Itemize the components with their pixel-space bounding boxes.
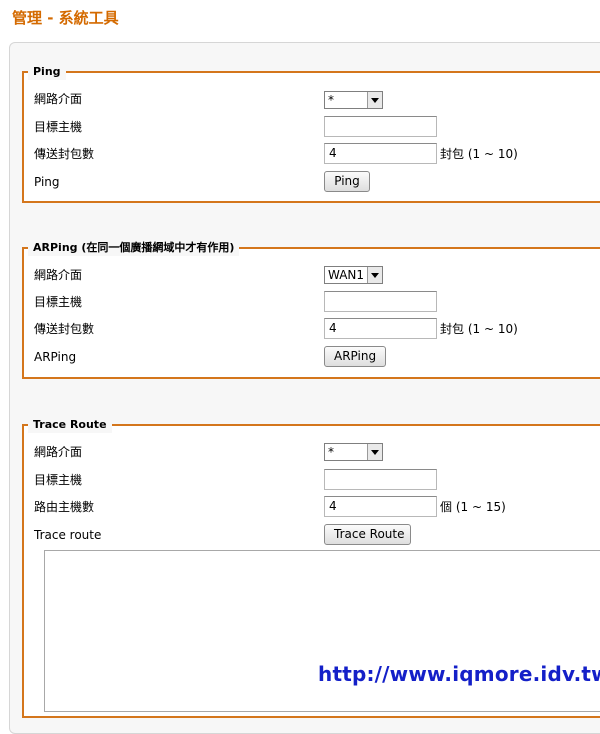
traceroute-button[interactable]: Trace Route — [324, 524, 411, 545]
arping-button[interactable]: ARPing — [324, 346, 386, 367]
ping-count-input[interactable]: 4 — [324, 143, 437, 164]
arping-action-label: ARPing — [34, 350, 77, 364]
ping-interface-label: 網路介面 — [34, 92, 83, 106]
ping-count-label: 傳送封包數 — [34, 147, 95, 161]
traceroute-interface-value: * — [328, 445, 334, 459]
traceroute-output[interactable] — [44, 550, 600, 712]
ping-button[interactable]: Ping — [324, 171, 370, 192]
watermark-url: http://www.iqmore.idv.tw — [318, 662, 600, 686]
traceroute-action-label: Trace route — [34, 528, 102, 542]
chevron-down-icon — [367, 267, 382, 283]
arping-count-label: 傳送封包數 — [34, 322, 95, 336]
ping-legend: Ping — [28, 64, 66, 80]
traceroute-host-label: 目標主機 — [34, 473, 83, 487]
arping-host-label: 目標主機 — [34, 295, 83, 309]
arping-interface-value: WAN1 — [328, 268, 365, 282]
chevron-down-icon — [367, 444, 382, 460]
chevron-down-icon — [367, 92, 382, 108]
arping-count-input[interactable]: 4 — [324, 318, 437, 339]
arping-count-suffix: 封包 (1 ~ 10) — [440, 322, 518, 336]
ping-interface-select[interactable]: * — [324, 91, 383, 109]
page-title: 管理 - 系統工具 — [12, 9, 119, 27]
ping-count-suffix: 封包 (1 ~ 10) — [440, 147, 518, 161]
traceroute-hops-suffix: 個 (1 ~ 15) — [440, 500, 506, 514]
ping-host-label: 目標主機 — [34, 120, 83, 134]
traceroute-hops-input[interactable]: 4 — [324, 496, 437, 517]
traceroute-hops-label: 路由主機數 — [34, 500, 95, 514]
ping-interface-value: * — [328, 93, 334, 107]
arping-interface-label: 網路介面 — [34, 268, 83, 282]
arping-group: ARPing (在同一個廣播網域中才有作用) 網路介面 WAN1 目標主機 傳送… — [22, 240, 600, 379]
traceroute-interface-select[interactable]: * — [324, 443, 383, 461]
ping-action-label: Ping — [34, 175, 60, 189]
traceroute-interface-label: 網路介面 — [34, 445, 83, 459]
ping-group: Ping 網路介面 * 目標主機 傳送封包數 4 封包 (1 ~ 10) Pin… — [22, 64, 600, 203]
traceroute-legend: Trace Route — [28, 417, 112, 433]
arping-interface-select[interactable]: WAN1 — [324, 266, 383, 284]
arping-host-input[interactable] — [324, 291, 437, 312]
traceroute-host-input[interactable] — [324, 469, 437, 490]
arping-legend: ARPing (在同一個廣播網域中才有作用) — [28, 240, 240, 256]
ping-host-input[interactable] — [324, 116, 437, 137]
